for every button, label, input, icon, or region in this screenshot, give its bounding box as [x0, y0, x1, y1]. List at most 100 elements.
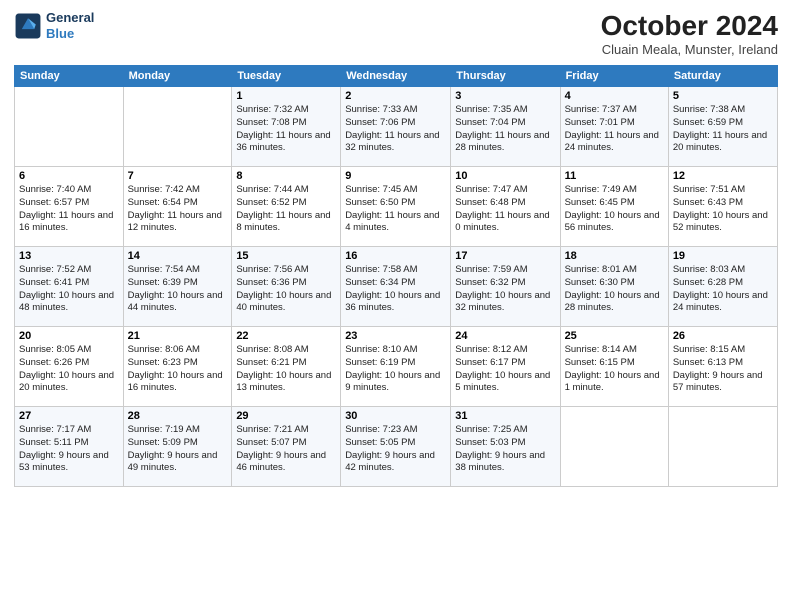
day-info: Sunrise: 7:42 AMSunset: 6:54 PMDaylight:…: [128, 184, 228, 235]
day-number: 27: [19, 410, 119, 422]
weekday-header: SundayMondayTuesdayWednesdayThursdayFrid…: [15, 66, 778, 87]
week-row-2: 6 Sunrise: 7:40 AMSunset: 6:57 PMDaylight…: [15, 167, 778, 247]
day-number: 9: [345, 170, 446, 182]
day-info: Sunrise: 7:37 AMSunset: 7:01 PMDaylight:…: [565, 104, 664, 155]
day-info: Sunrise: 8:12 AMSunset: 6:17 PMDaylight:…: [455, 344, 555, 395]
day-number: 19: [673, 250, 773, 262]
day-info: Sunrise: 7:21 AMSunset: 5:07 PMDaylight:…: [236, 424, 336, 475]
title-block: October 2024 Cluain Meala, Munster, Irel…: [601, 10, 778, 57]
calendar-cell: 9 Sunrise: 7:45 AMSunset: 6:50 PMDaylight…: [341, 167, 451, 247]
week-row-3: 13 Sunrise: 7:52 AMSunset: 6:41 PMDayligh…: [15, 247, 778, 327]
calendar-cell: 3Sunrise: 7:35 AMSunset: 7:04 PMDaylight…: [451, 87, 560, 167]
day-number: 12: [673, 170, 773, 182]
month-year: October 2024: [601, 10, 778, 42]
day-number: 29: [236, 410, 336, 422]
day-number: 3: [455, 90, 555, 102]
day-info: Sunrise: 7:33 AMSunset: 7:06 PMDaylight:…: [345, 104, 446, 155]
day-info: Sunrise: 8:06 AMSunset: 6:23 PMDaylight:…: [128, 344, 228, 395]
day-info: Sunrise: 8:10 AMSunset: 6:19 PMDaylight:…: [345, 344, 446, 395]
calendar-cell: [560, 407, 668, 487]
day-number: 28: [128, 410, 228, 422]
day-number: 7: [128, 170, 228, 182]
day-number: 26: [673, 330, 773, 342]
day-number: 20: [19, 330, 119, 342]
calendar-cell: 28 Sunrise: 7:19 AMSunset: 5:09 PMDayligh…: [123, 407, 232, 487]
logo: General Blue: [14, 10, 94, 41]
weekday-tuesday: Tuesday: [232, 66, 341, 87]
weekday-monday: Monday: [123, 66, 232, 87]
day-info: Sunrise: 7:49 AMSunset: 6:45 PMDaylight:…: [565, 184, 664, 235]
day-info: Sunrise: 7:56 AMSunset: 6:36 PMDaylight:…: [236, 264, 336, 315]
calendar-cell: 18 Sunrise: 8:01 AMSunset: 6:30 PMDayligh…: [560, 247, 668, 327]
day-info: Sunrise: 8:14 AMSunset: 6:15 PMDaylight:…: [565, 344, 664, 395]
day-info: Sunrise: 7:38 AMSunset: 6:59 PMDaylight:…: [673, 104, 773, 155]
calendar-cell: 1Sunrise: 7:32 AMSunset: 7:08 PMDaylight…: [232, 87, 341, 167]
day-number: 4: [565, 90, 664, 102]
week-row-4: 20 Sunrise: 8:05 AMSunset: 6:26 PMDayligh…: [15, 327, 778, 407]
day-info: Sunrise: 7:25 AMSunset: 5:03 PMDaylight:…: [455, 424, 555, 475]
day-info: Sunrise: 8:15 AMSunset: 6:13 PMDaylight:…: [673, 344, 773, 395]
day-info: Sunrise: 7:23 AMSunset: 5:05 PMDaylight:…: [345, 424, 446, 475]
calendar-cell: [123, 87, 232, 167]
header: General Blue October 2024 Cluain Meala, …: [14, 10, 778, 57]
day-number: 11: [565, 170, 664, 182]
day-info: Sunrise: 7:17 AMSunset: 5:11 PMDaylight:…: [19, 424, 119, 475]
day-number: 10: [455, 170, 555, 182]
calendar-cell: 29 Sunrise: 7:21 AMSunset: 5:07 PMDayligh…: [232, 407, 341, 487]
day-number: 6: [19, 170, 119, 182]
day-number: 30: [345, 410, 446, 422]
day-info: Sunrise: 7:54 AMSunset: 6:39 PMDaylight:…: [128, 264, 228, 315]
calendar: SundayMondayTuesdayWednesdayThursdayFrid…: [14, 65, 778, 487]
calendar-cell: 17Sunrise: 7:59 AMSunset: 6:32 PMDayligh…: [451, 247, 560, 327]
calendar-cell: 21 Sunrise: 8:06 AMSunset: 6:23 PMDayligh…: [123, 327, 232, 407]
calendar-cell: 19 Sunrise: 8:03 AMSunset: 6:28 PMDayligh…: [668, 247, 777, 327]
day-number: 15: [236, 250, 336, 262]
calendar-cell: 7 Sunrise: 7:42 AMSunset: 6:54 PMDaylight…: [123, 167, 232, 247]
day-info: Sunrise: 7:52 AMSunset: 6:41 PMDaylight:…: [19, 264, 119, 315]
weekday-wednesday: Wednesday: [341, 66, 451, 87]
day-number: 21: [128, 330, 228, 342]
day-number: 1: [236, 90, 336, 102]
logo-text: General Blue: [46, 10, 94, 41]
day-info: Sunrise: 8:08 AMSunset: 6:21 PMDaylight:…: [236, 344, 336, 395]
day-number: 25: [565, 330, 664, 342]
day-number: 14: [128, 250, 228, 262]
day-info: Sunrise: 7:47 AMSunset: 6:48 PMDaylight:…: [455, 184, 555, 235]
logo-icon: [14, 12, 42, 40]
weekday-thursday: Thursday: [451, 66, 560, 87]
weekday-sunday: Sunday: [15, 66, 124, 87]
calendar-cell: 12 Sunrise: 7:51 AMSunset: 6:43 PMDayligh…: [668, 167, 777, 247]
calendar-cell: 6 Sunrise: 7:40 AMSunset: 6:57 PMDaylight…: [15, 167, 124, 247]
day-number: 24: [455, 330, 555, 342]
calendar-cell: 15 Sunrise: 7:56 AMSunset: 6:36 PMDayligh…: [232, 247, 341, 327]
calendar-cell: 26 Sunrise: 8:15 AMSunset: 6:13 PMDayligh…: [668, 327, 777, 407]
calendar-cell: [668, 407, 777, 487]
day-number: 31: [455, 410, 555, 422]
day-number: 8: [236, 170, 336, 182]
weekday-friday: Friday: [560, 66, 668, 87]
calendar-cell: 25 Sunrise: 8:14 AMSunset: 6:15 PMDayligh…: [560, 327, 668, 407]
calendar-cell: 11 Sunrise: 7:49 AMSunset: 6:45 PMDayligh…: [560, 167, 668, 247]
calendar-cell: 24 Sunrise: 8:12 AMSunset: 6:17 PMDayligh…: [451, 327, 560, 407]
calendar-cell: 10 Sunrise: 7:47 AMSunset: 6:48 PMDayligh…: [451, 167, 560, 247]
day-info: Sunrise: 8:01 AMSunset: 6:30 PMDaylight:…: [565, 264, 664, 315]
calendar-cell: 8 Sunrise: 7:44 AMSunset: 6:52 PMDaylight…: [232, 167, 341, 247]
day-info: Sunrise: 7:40 AMSunset: 6:57 PMDaylight:…: [19, 184, 119, 235]
day-number: 18: [565, 250, 664, 262]
day-info: Sunrise: 7:45 AMSunset: 6:50 PMDaylight:…: [345, 184, 446, 235]
day-number: 13: [19, 250, 119, 262]
calendar-cell: 14 Sunrise: 7:54 AMSunset: 6:39 PMDayligh…: [123, 247, 232, 327]
calendar-cell: [15, 87, 124, 167]
logo-line2: Blue: [46, 26, 74, 41]
day-number: 22: [236, 330, 336, 342]
calendar-cell: 5 Sunrise: 7:38 AMSunset: 6:59 PMDaylight…: [668, 87, 777, 167]
day-info: Sunrise: 8:05 AMSunset: 6:26 PMDaylight:…: [19, 344, 119, 395]
day-info: Sunrise: 7:44 AMSunset: 6:52 PMDaylight:…: [236, 184, 336, 235]
calendar-cell: 2Sunrise: 7:33 AMSunset: 7:06 PMDaylight…: [341, 87, 451, 167]
day-info: Sunrise: 7:51 AMSunset: 6:43 PMDaylight:…: [673, 184, 773, 235]
calendar-cell: 13 Sunrise: 7:52 AMSunset: 6:41 PMDayligh…: [15, 247, 124, 327]
calendar-cell: 20 Sunrise: 8:05 AMSunset: 6:26 PMDayligh…: [15, 327, 124, 407]
day-info: Sunrise: 8:03 AMSunset: 6:28 PMDaylight:…: [673, 264, 773, 315]
day-number: 5: [673, 90, 773, 102]
day-info: Sunrise: 7:19 AMSunset: 5:09 PMDaylight:…: [128, 424, 228, 475]
